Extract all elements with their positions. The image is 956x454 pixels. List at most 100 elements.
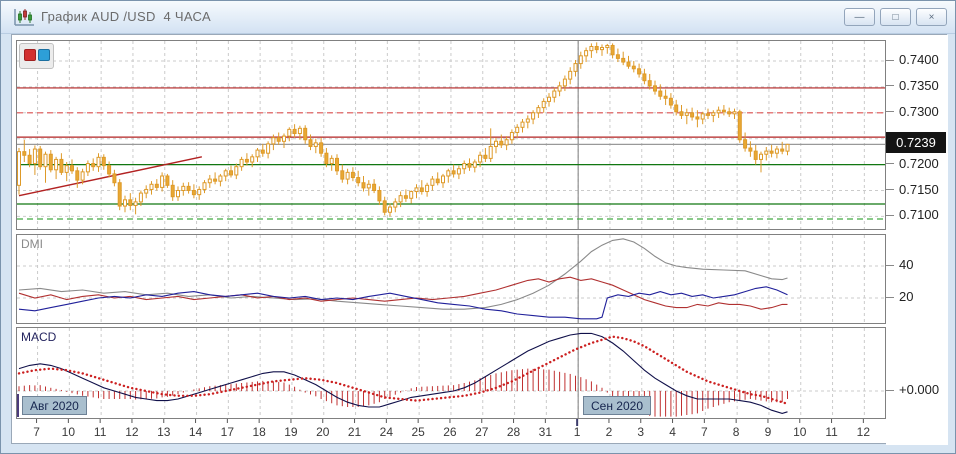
date-label: 7 xyxy=(33,425,40,439)
candle-body xyxy=(398,195,403,203)
candle-body xyxy=(213,178,218,182)
candle-body xyxy=(769,150,774,154)
red-marker-button[interactable] xyxy=(24,49,36,61)
candle-body xyxy=(260,149,265,154)
candle-body xyxy=(324,152,329,165)
candle-body xyxy=(711,112,716,116)
title-bar[interactable]: График AUD /USD 4 ЧАСА — □ × xyxy=(1,1,955,34)
candle-body xyxy=(605,44,610,49)
candle-body xyxy=(361,182,366,189)
dmi-label: DMI xyxy=(21,237,43,251)
date-label: 14 xyxy=(188,425,203,439)
price-panel[interactable] xyxy=(16,40,886,230)
candle-body xyxy=(419,187,424,193)
price-label: 0.7150 xyxy=(899,181,939,197)
candle-body xyxy=(499,140,504,146)
restore-button[interactable]: □ xyxy=(880,8,911,26)
close-button[interactable]: × xyxy=(916,8,947,26)
date-label: 18 xyxy=(252,425,266,439)
candle-body xyxy=(679,111,684,116)
candle-body xyxy=(250,156,255,163)
candle-body xyxy=(690,112,695,118)
candle-body xyxy=(345,171,350,180)
candle-body xyxy=(780,148,785,152)
candle-body xyxy=(75,170,80,181)
scale-tick xyxy=(886,264,894,266)
date-label: 3 xyxy=(637,425,645,439)
candle-body xyxy=(716,109,721,114)
date-label: 17 xyxy=(220,425,235,439)
macd-signal-line xyxy=(17,335,789,406)
price-scale[interactable]: 0.7400 0.7350 0.7300 0.7200 0.7150 0.7100 40 20… xyxy=(886,35,948,445)
candle-body xyxy=(149,183,154,190)
candle-body xyxy=(239,158,244,168)
candle-body xyxy=(478,154,483,163)
candle-body xyxy=(202,182,207,190)
candle-body xyxy=(181,185,186,192)
date-label: 31 xyxy=(538,425,553,439)
candle-body xyxy=(22,151,27,156)
chart-window: График AUD /USD 4 ЧАСА — □ × DMI MACD Ав… xyxy=(0,0,956,454)
candle-body xyxy=(414,187,419,193)
candle-body xyxy=(234,166,239,176)
macd-label: MACD xyxy=(21,330,57,344)
candle-body xyxy=(48,153,53,171)
candle-body xyxy=(409,191,414,199)
candle-body xyxy=(562,78,567,87)
blue-marker-button[interactable] xyxy=(38,49,50,61)
candle-body xyxy=(536,107,541,114)
candle-body xyxy=(435,178,440,184)
dmi-panel[interactable]: DMI xyxy=(16,234,886,324)
dmi-scale-label: 40 xyxy=(899,257,914,272)
candle-body xyxy=(335,157,339,172)
candle-body xyxy=(721,109,726,113)
candle-body xyxy=(637,68,642,75)
candle-body xyxy=(223,170,228,177)
candle-body xyxy=(107,165,112,175)
candle-body xyxy=(218,175,223,182)
dmi-scale-label: 20 xyxy=(899,289,914,304)
candle-body xyxy=(488,145,493,159)
candle-body xyxy=(594,45,599,51)
candle-body xyxy=(573,63,578,72)
candle-body xyxy=(584,50,589,57)
macd-panel[interactable]: MACD Авг 2020 Сен 2020 xyxy=(16,327,886,419)
candle-body xyxy=(176,190,180,198)
candle-body xyxy=(160,175,165,188)
candle-body xyxy=(695,116,700,120)
candle-body xyxy=(287,128,292,137)
date-label: 12 xyxy=(125,425,139,439)
adx-line xyxy=(18,238,788,310)
date-label: 24 xyxy=(379,425,394,439)
candle-body xyxy=(271,137,276,145)
candle-body xyxy=(759,153,763,160)
price-label: 0.7300 xyxy=(899,103,939,119)
candle-body xyxy=(494,140,498,147)
candle-body xyxy=(170,184,175,198)
candle-body xyxy=(472,161,477,168)
candle-body xyxy=(727,111,732,115)
scale-tick xyxy=(886,189,894,190)
candle-body xyxy=(297,127,302,135)
candle-body xyxy=(340,170,345,180)
candle-body xyxy=(456,168,461,175)
candle-body xyxy=(91,163,96,168)
scale-tick xyxy=(886,163,894,165)
candle-body xyxy=(255,149,260,158)
date-label: 28 xyxy=(506,425,521,439)
candle-body xyxy=(706,113,710,116)
candle-body xyxy=(504,139,509,146)
candle-body xyxy=(552,90,557,98)
candle-body xyxy=(80,171,85,181)
candle-body xyxy=(144,188,149,194)
candle-body xyxy=(764,150,769,155)
minimize-button[interactable]: — xyxy=(844,8,875,26)
candle-body xyxy=(123,199,127,207)
candle-body xyxy=(303,127,308,141)
candle-body xyxy=(197,188,202,196)
candle-body xyxy=(451,170,456,175)
price-label: 0.7200 xyxy=(899,155,939,171)
candle-body xyxy=(568,70,573,80)
candle-body xyxy=(70,165,74,172)
candle-body xyxy=(684,112,689,116)
